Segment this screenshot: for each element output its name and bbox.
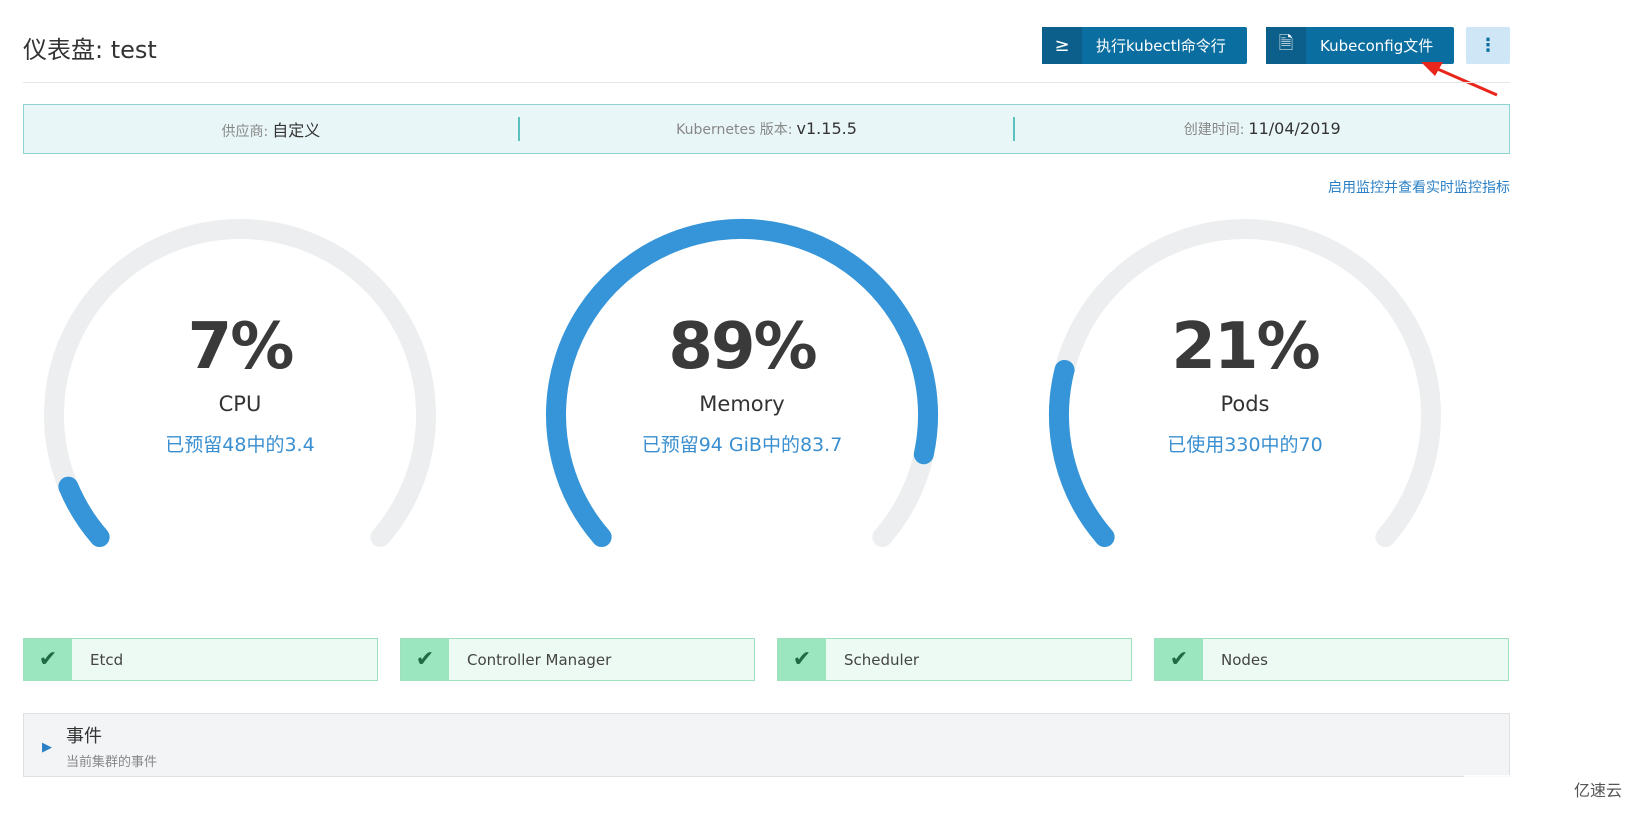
gauge-detail: 已预留94 GiB中的83.7 <box>641 434 843 456</box>
gauge-detail: 已预留48中的3.4 <box>165 434 315 456</box>
status-label: Etcd <box>90 650 124 669</box>
gauge-name: CPU <box>218 392 262 416</box>
status-controller-manager: ✔ Controller Manager <box>400 638 755 681</box>
gauge-percent: 7% <box>187 310 295 384</box>
status-label: Controller Manager <box>467 650 612 669</box>
events-section[interactable]: ▶ 事件 当前集群的事件 <box>23 713 1510 777</box>
gauge-percent: 21% <box>1171 310 1320 384</box>
gauge-pods: 21% Pods 已使用330中的70 <box>1045 210 1445 570</box>
check-icon: ✔ <box>401 639 449 680</box>
created-label: 创建时间: <box>1183 122 1245 138</box>
status-etcd: ✔ Etcd <box>23 638 378 681</box>
red-arrow-annotation <box>1421 62 1498 97</box>
version-label: Kubernetes 版本: <box>676 122 793 138</box>
gauge-detail: 已使用330中的70 <box>1167 434 1323 456</box>
status-label: Nodes <box>1221 650 1268 669</box>
provider-value: 自定义 <box>272 121 321 140</box>
created-value: 11/04/2019 <box>1248 119 1341 138</box>
status-scheduler: ✔ Scheduler <box>777 638 1132 681</box>
version-value: v1.15.5 <box>796 119 857 138</box>
watermark-logo: 亿速云 <box>1464 775 1634 803</box>
status-label: Scheduler <box>844 650 920 669</box>
vertical-ellipsis-icon: ⋮ <box>1479 35 1497 56</box>
check-icon: ✔ <box>24 639 72 680</box>
expand-triangle-icon[interactable]: ▶ <box>42 740 52 755</box>
watermark-text: 亿速云 <box>1573 781 1622 800</box>
enable-monitoring-link[interactable]: 启用监控并查看实时监控指标 <box>1328 177 1510 197</box>
file-icon: 🗎 <box>1266 27 1306 64</box>
gauge-percent: 89% <box>668 310 817 384</box>
gauge-name: Pods <box>1220 392 1270 416</box>
terminal-icon: ≥ <box>1042 27 1082 64</box>
provider-label: 供应商: <box>221 124 269 140</box>
gauge-cpu: 7% CPU 已预留48中的3.4 <box>40 210 440 570</box>
page-title: 仪表盘: test <box>23 36 157 64</box>
check-icon: ✔ <box>778 639 826 680</box>
gauge-arc <box>44 219 436 548</box>
cluster-info-bar: 供应商: 自定义 Kubernetes 版本: v1.15.5 创建时间: 11/04… <box>23 104 1510 154</box>
gauge-memory: 89% Memory 已预留94 GiB中的83.7 <box>542 210 942 570</box>
kubeconfig-button-label: Kubeconfig文件 <box>1320 37 1434 55</box>
gauge-arc <box>1049 219 1441 548</box>
gauge-fill <box>58 476 110 548</box>
status-nodes: ✔ Nodes <box>1154 638 1509 681</box>
kubectl-button-label: 执行kubectl命令行 <box>1096 37 1226 55</box>
kubectl-shell-button[interactable]: ≥ 执行kubectl命令行 <box>1042 27 1247 64</box>
gauge-name: Memory <box>699 392 785 416</box>
divider <box>23 82 1510 83</box>
gauge-arc <box>546 219 938 548</box>
events-title: 事件 <box>66 726 102 747</box>
events-subtitle: 当前集群的事件 <box>66 755 158 770</box>
check-icon: ✔ <box>1155 639 1203 680</box>
